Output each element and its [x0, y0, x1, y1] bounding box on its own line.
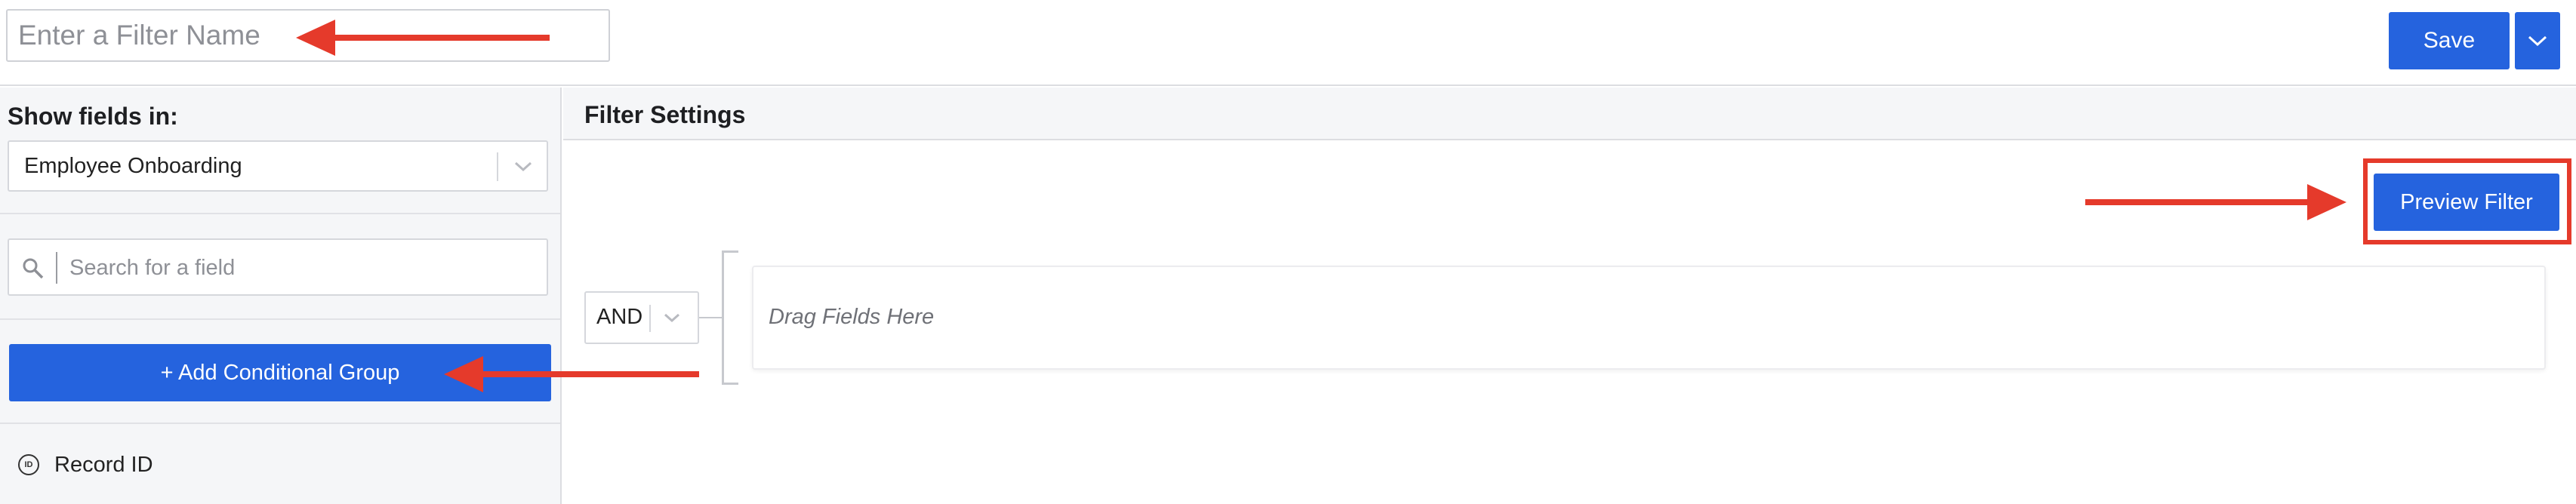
- annotation-arrow: [2085, 184, 2346, 220]
- group-connector-line: [699, 317, 722, 318]
- field-item-label: Record ID: [54, 453, 153, 477]
- preview-filter-button[interactable]: Preview Filter: [2374, 174, 2559, 231]
- filter-settings-header: Filter Settings: [563, 88, 2576, 140]
- select-divider: [497, 152, 498, 181]
- chevron-down-icon: [2528, 35, 2547, 47]
- add-conditional-group-button[interactable]: + Add Conditional Group: [9, 344, 551, 401]
- select-divider: [649, 305, 651, 332]
- field-search-box[interactable]: [8, 238, 548, 296]
- chevron-down-icon: [664, 313, 679, 323]
- filter-name-input[interactable]: [6, 9, 610, 62]
- field-search-input[interactable]: [69, 247, 538, 288]
- section-divider: [0, 213, 560, 214]
- chevron-down-icon: [514, 161, 532, 172]
- operator-select[interactable]: AND: [584, 291, 699, 344]
- search-icon: [23, 258, 44, 279]
- group-bracket: [722, 250, 738, 385]
- save-button[interactable]: Save: [2389, 12, 2510, 69]
- section-divider: [0, 318, 560, 320]
- module-select[interactable]: Employee Onboarding: [8, 140, 548, 192]
- drop-zone-label: Drag Fields Here: [769, 305, 935, 329]
- fields-panel: Show fields in: Employee Onboarding + Ad…: [0, 88, 562, 504]
- record-id-icon: ID: [18, 454, 39, 475]
- field-drop-zone[interactable]: Drag Fields Here: [752, 266, 2546, 370]
- field-item-record-id[interactable]: ID Record ID: [0, 444, 560, 489]
- operator-value: AND: [596, 305, 643, 329]
- filter-settings-title: Filter Settings: [584, 101, 746, 128]
- module-select-value: Employee Onboarding: [24, 154, 242, 178]
- search-divider: [56, 252, 57, 284]
- show-fields-label: Show fields in:: [8, 103, 178, 130]
- save-dropdown-button[interactable]: [2515, 12, 2560, 69]
- section-divider: [0, 423, 560, 424]
- top-bar: Save: [0, 0, 2576, 86]
